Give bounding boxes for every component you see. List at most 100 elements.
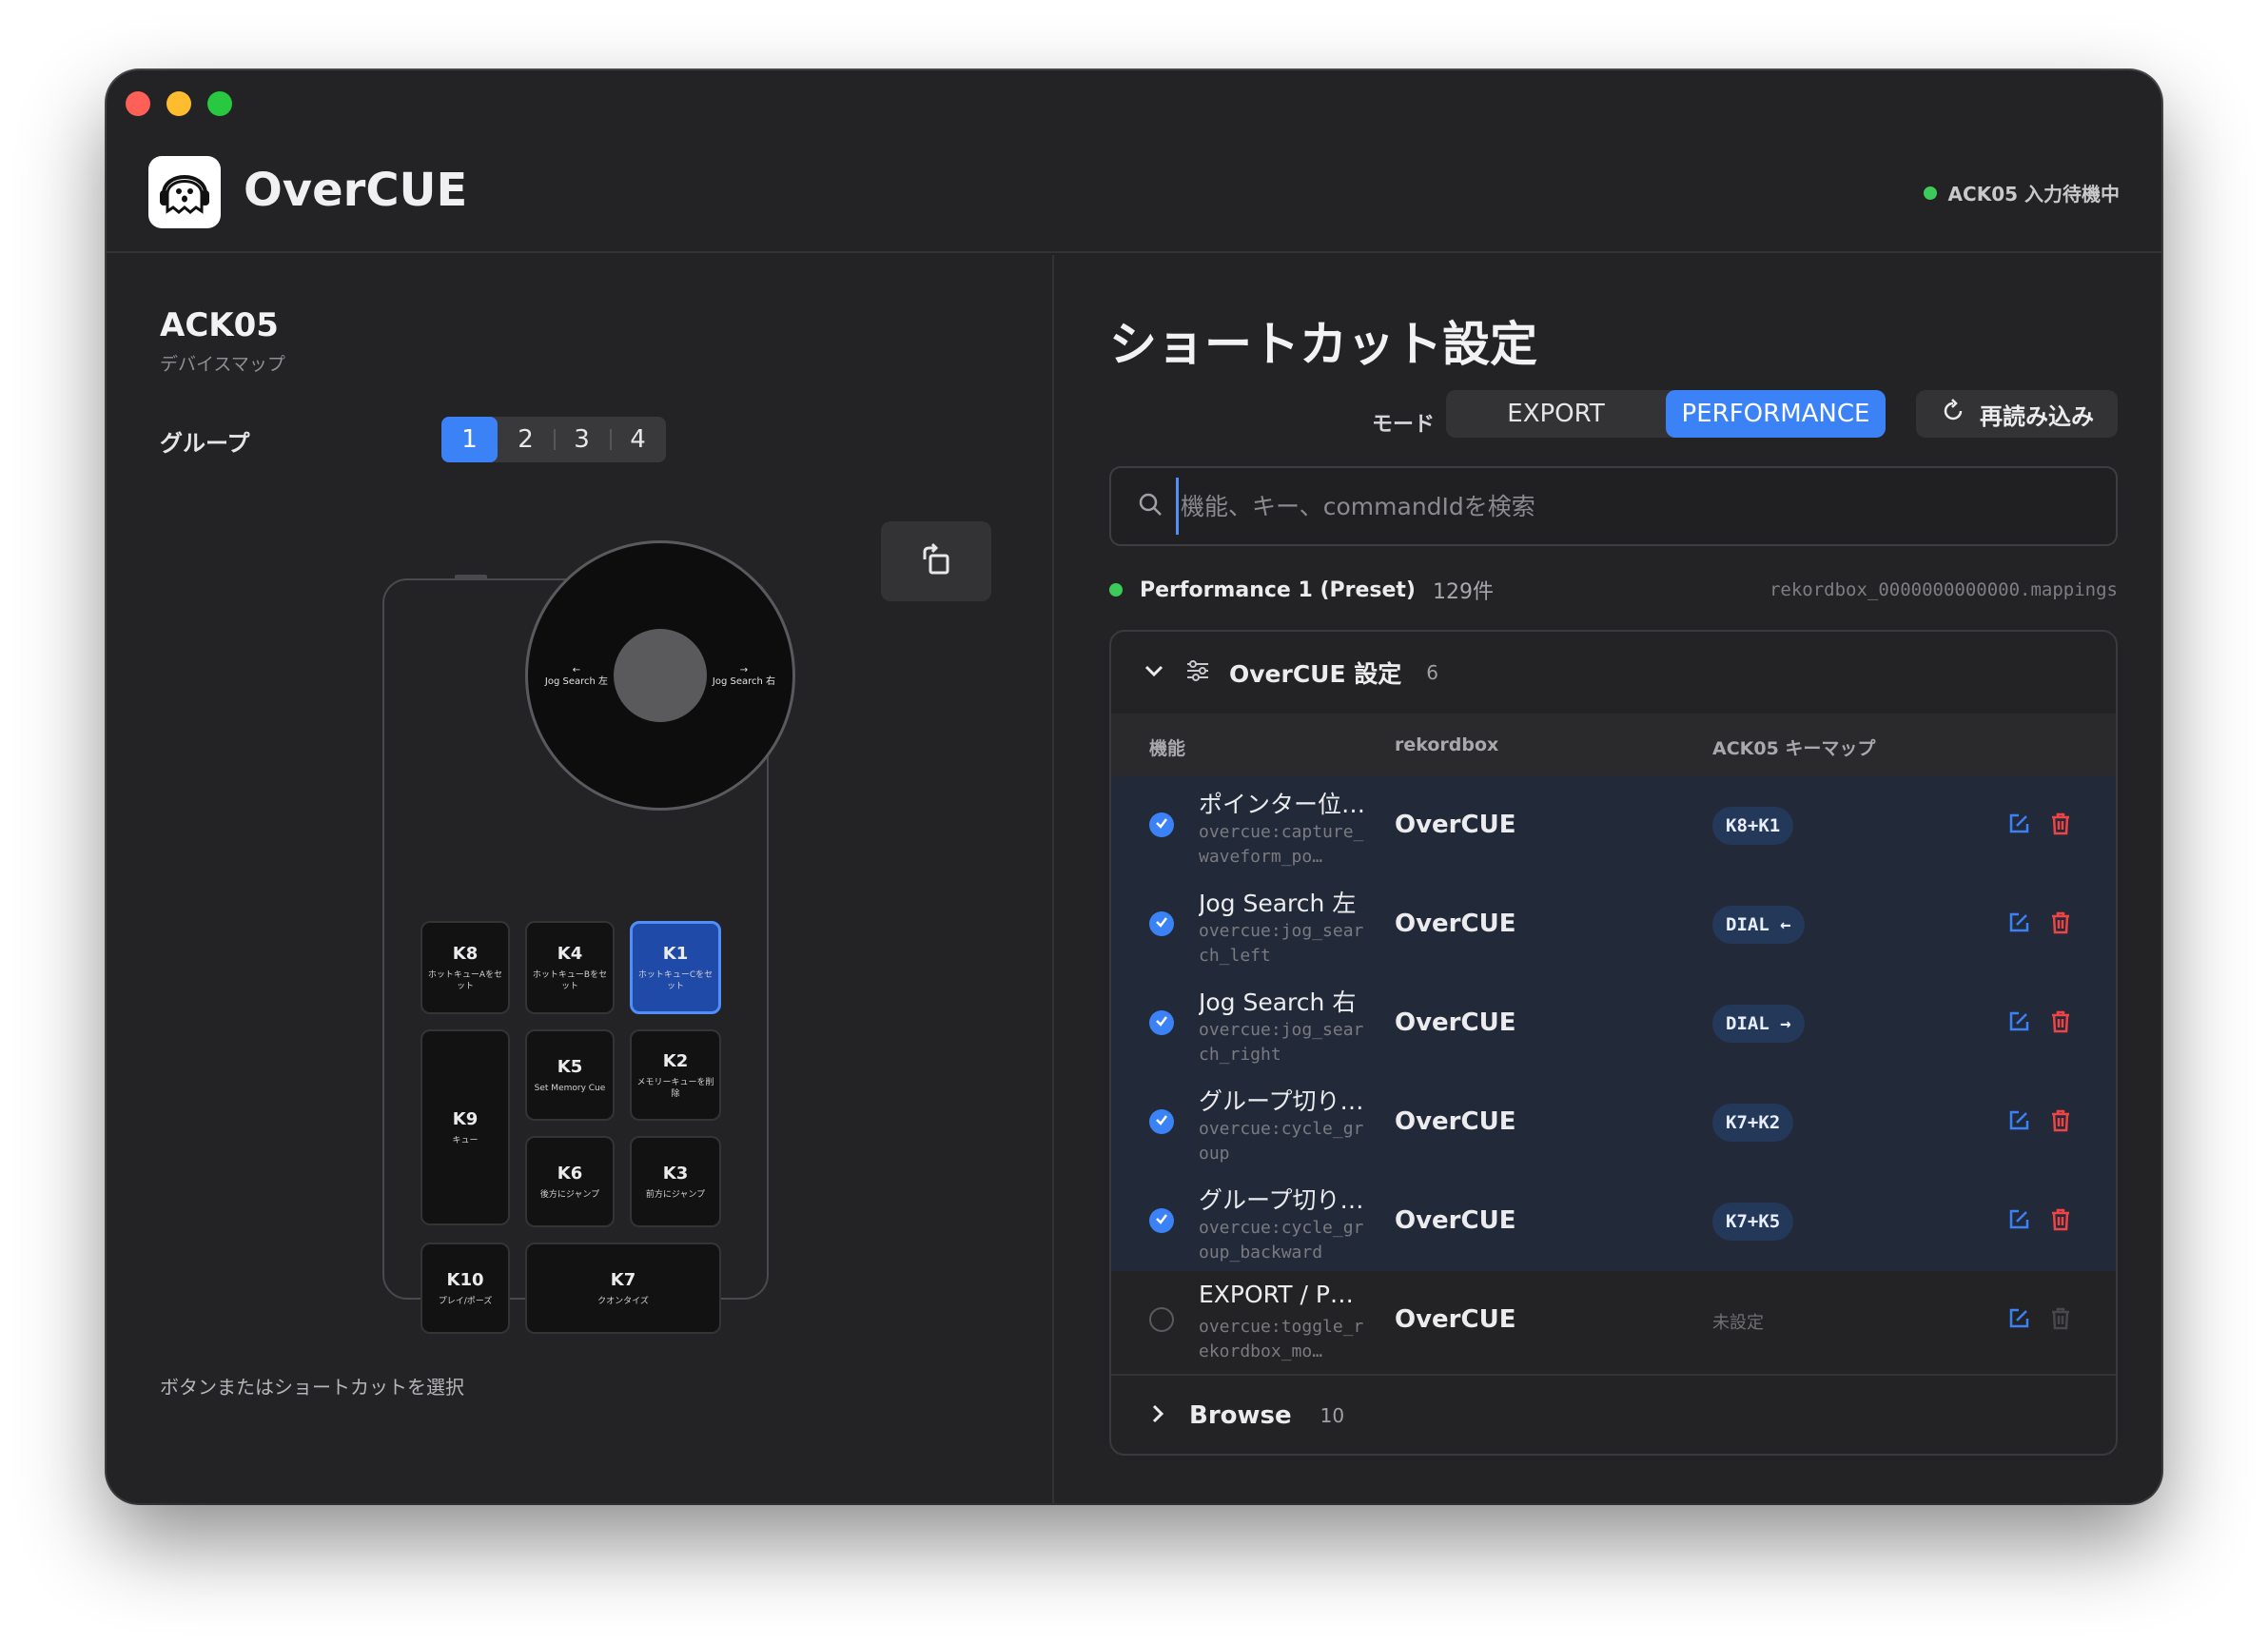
- sliders-icon: [1183, 656, 1212, 689]
- dial-center-button[interactable]: [614, 629, 707, 722]
- edit-icon: [2005, 1206, 2032, 1237]
- group-tab-4[interactable]: 4: [610, 417, 666, 462]
- table-row[interactable]: グループ切り… overcue:cycle_group_backward Ove…: [1111, 1172, 2116, 1271]
- table-row[interactable]: ポインター位… overcue:capture_waveform_po… Ove…: [1111, 776, 2116, 875]
- delete-button[interactable]: [2045, 1206, 2076, 1237]
- keymap-badge: DIAL →: [1712, 1005, 1805, 1043]
- table-row[interactable]: Jog Search 右 overcue:jog_search_right Ov…: [1111, 974, 2116, 1073]
- enabled-checkbox[interactable]: [1149, 1010, 1174, 1035]
- delete-button[interactable]: [2045, 910, 2076, 940]
- function-name: ポインター位…: [1199, 791, 1366, 818]
- chevron-down-icon: [1142, 658, 1166, 687]
- edit-button[interactable]: [2004, 1008, 2034, 1039]
- table-header: 機能 rekordbox ACK05 キーマップ: [1111, 714, 2116, 776]
- mode-selector: EXPORT PERFORMANCE: [1446, 390, 1886, 438]
- dial-right-label: → Jog Search 右: [712, 665, 776, 687]
- dial-left-label: ← Jog Search 左: [544, 665, 609, 687]
- enabled-checkbox[interactable]: [1149, 911, 1174, 936]
- table-row[interactable]: Jog Search 左 overcue:jog_search_left Ove…: [1111, 875, 2116, 974]
- keymap-badge: K8+K1: [1712, 807, 1794, 845]
- key-k10[interactable]: K10 プレイ/ポーズ: [420, 1243, 510, 1334]
- check-icon: [1154, 914, 1169, 933]
- function-name: Jog Search 左: [1199, 890, 1357, 917]
- device-map-panel: ACK05 デバイスマップ グループ 1 2 3 4 ← Jog Search 左: [107, 255, 1054, 1503]
- section-header-browse[interactable]: Browse 10: [1111, 1374, 2116, 1454]
- key-k9[interactable]: K9 キュー: [420, 1029, 510, 1225]
- group-tab-1[interactable]: 1: [441, 417, 498, 462]
- trash-icon: [2047, 1008, 2074, 1039]
- check-icon: [1154, 1112, 1169, 1131]
- mode-tab-performance[interactable]: PERFORMANCE: [1666, 390, 1886, 438]
- key-k5[interactable]: K5 Set Memory Cue: [525, 1029, 615, 1121]
- keymap-badge: DIAL ←: [1712, 906, 1805, 944]
- refresh-icon: [1940, 398, 1966, 430]
- enabled-checkbox[interactable]: [1149, 1208, 1174, 1233]
- key-k2[interactable]: K2 メモリーキューを削除: [630, 1029, 721, 1121]
- trash-icon: [2047, 1206, 2074, 1237]
- device-name: ACK05: [160, 306, 279, 344]
- rekordbox-target: OverCUE: [1395, 1305, 1516, 1334]
- app-title: OverCUE: [244, 164, 468, 217]
- browse-title: Browse: [1189, 1401, 1292, 1430]
- device-notch: [455, 575, 487, 580]
- rekordbox-target: OverCUE: [1395, 1008, 1516, 1037]
- reload-button[interactable]: 再読み込み: [1916, 390, 2118, 438]
- key-k6[interactable]: K6 後方にジャンプ: [525, 1136, 615, 1227]
- chevron-right-icon: [1145, 1402, 1168, 1429]
- search-input[interactable]: [1176, 478, 2116, 535]
- preset-file: rekordbox_0000000000000.mappings: [1769, 579, 2118, 600]
- ghost-headphones-logo-icon: [148, 156, 221, 228]
- jog-dial[interactable]: ← Jog Search 左 → Jog Search 右: [525, 540, 795, 811]
- section-header-overcue[interactable]: OverCUE 設定 6: [1111, 632, 2116, 714]
- search-icon: [1136, 490, 1164, 522]
- keymap-badge: K7+K5: [1712, 1203, 1794, 1241]
- enabled-checkbox[interactable]: [1149, 1109, 1174, 1134]
- delete-button[interactable]: [2045, 811, 2076, 841]
- edit-icon: [2005, 910, 2032, 940]
- trash-icon: [2047, 811, 2074, 841]
- enabled-checkbox[interactable]: [1149, 812, 1174, 837]
- key-k1[interactable]: K1 ホットキューCをセット: [630, 921, 721, 1014]
- trash-icon: [2047, 1305, 2074, 1336]
- group-label: グループ: [160, 430, 250, 457]
- keymap-unset: 未設定: [1712, 1313, 1764, 1333]
- delete-button[interactable]: [2045, 1107, 2076, 1138]
- mode-tab-export[interactable]: EXPORT: [1446, 390, 1666, 438]
- table-row[interactable]: グループ切り… overcue:cycle_group OverCUE K7+K…: [1111, 1073, 2116, 1172]
- key-k3[interactable]: K3 前方にジャンプ: [630, 1136, 721, 1227]
- edit-button[interactable]: [2004, 1305, 2034, 1336]
- group-tab-2[interactable]: 2: [498, 417, 554, 462]
- edit-button[interactable]: [2004, 1206, 2034, 1237]
- rekordbox-target: OverCUE: [1395, 811, 1516, 839]
- edit-button[interactable]: [2004, 811, 2034, 841]
- mode-label: モード: [1372, 413, 1436, 437]
- function-name: Jog Search 右: [1199, 988, 1357, 1016]
- delete-button[interactable]: [2045, 1008, 2076, 1039]
- key-k8[interactable]: K8 ホットキューAをセット: [420, 921, 510, 1014]
- command-id: overcue:jog_search_right: [1199, 1020, 1364, 1065]
- rekordbox-target: OverCUE: [1395, 1107, 1516, 1136]
- edit-icon: [2005, 1305, 2032, 1336]
- connection-status: ACK05 入力待機中: [1923, 179, 2120, 206]
- app-window: OverCUE ACK05 入力待機中 ACK05 デバイスマップ グループ 1…: [107, 70, 2161, 1503]
- edit-button[interactable]: [2004, 910, 2034, 940]
- device-subtitle: デバイスマップ: [160, 354, 285, 375]
- key-k7[interactable]: K7 クオンタイズ: [525, 1243, 721, 1334]
- section-title: OverCUE 設定: [1229, 660, 1402, 688]
- trash-icon: [2047, 910, 2074, 940]
- key-k4[interactable]: K4 ホットキューBをセット: [525, 921, 615, 1014]
- group-tab-3[interactable]: 3: [554, 417, 610, 462]
- trash-icon: [2047, 1107, 2074, 1138]
- preset-count: 129件: [1433, 580, 1494, 604]
- enabled-checkbox[interactable]: [1149, 1307, 1174, 1332]
- command-id: overcue:toggle_rekordbox_mo…: [1199, 1317, 1364, 1361]
- delete-button-disabled: [2045, 1305, 2076, 1336]
- column-rekordbox: rekordbox: [1395, 734, 1499, 755]
- table-row[interactable]: EXPORT / P… overcue:toggle_rekordbox_mo……: [1111, 1271, 2116, 1370]
- check-icon: [1154, 1013, 1169, 1032]
- edit-button[interactable]: [2004, 1107, 2034, 1138]
- column-keymap: ACK05 キーマップ: [1712, 738, 1876, 759]
- edit-icon: [2005, 1008, 2032, 1039]
- rotate-device-button[interactable]: [881, 521, 991, 601]
- command-id: overcue:cycle_group: [1199, 1119, 1364, 1164]
